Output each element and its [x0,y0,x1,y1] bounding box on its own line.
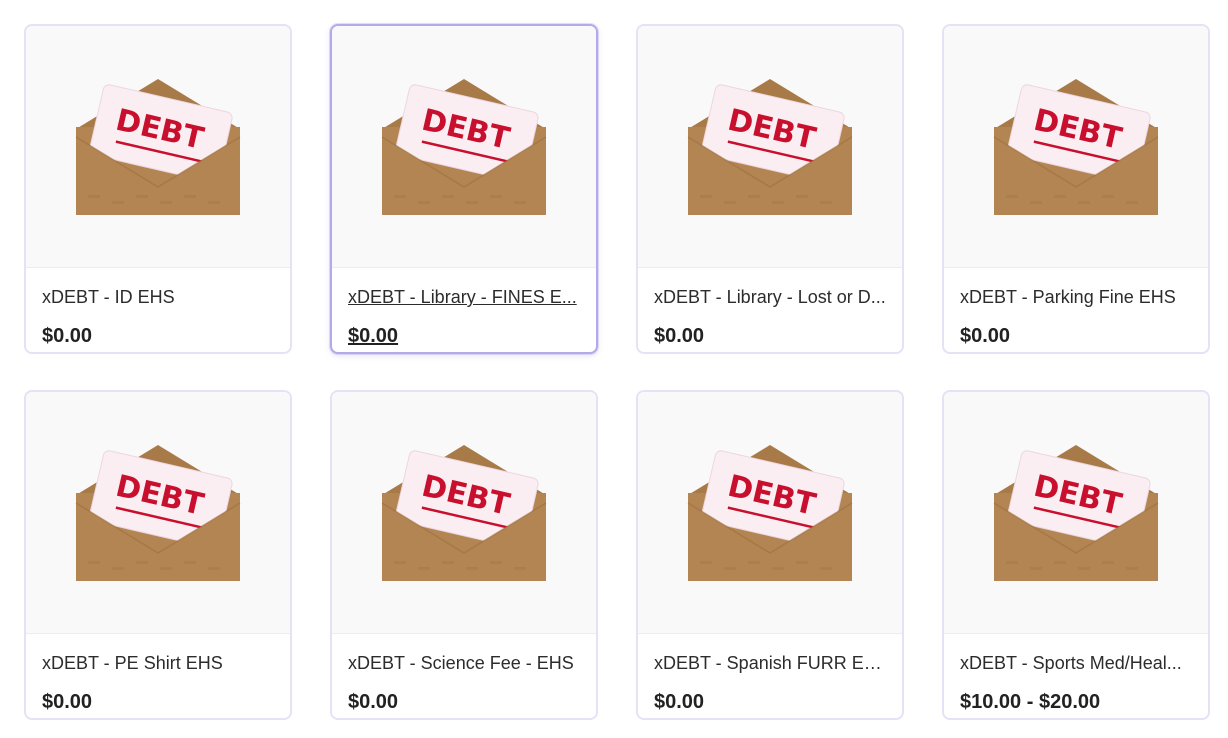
product-card[interactable]: DEBT xDEBT - ID EHS $0.00 [24,24,292,354]
product-image[interactable]: DEBT [26,392,290,634]
product-name[interactable]: xDEBT - Sports Med/Heal... [960,652,1192,674]
product-card[interactable]: DEBT xDEBT - Sports Med/Heal... $10.00 -… [942,390,1210,720]
product-name[interactable]: xDEBT - Library - FINES E... [348,286,580,308]
product-grid: DEBT xDEBT - ID EHS $0.00 DEBT xDEBT - L… [24,24,1210,720]
debt-envelope-icon: DEBT [381,444,547,581]
product-image[interactable]: DEBT [944,392,1208,634]
product-name[interactable]: xDEBT - Library - Lost or D... [654,286,886,308]
debt-envelope-icon: DEBT [687,444,853,581]
product-price: $0.00 [654,325,705,347]
product-image[interactable]: DEBT [638,392,902,634]
product-price: $0.00 [654,691,705,713]
product-price: $0.00 [960,325,1011,347]
product-card[interactable]: DEBT xDEBT - PE Shirt EHS $0.00 [24,390,292,720]
debt-envelope-icon: DEBT [993,444,1159,581]
product-name[interactable]: xDEBT - PE Shirt EHS [42,652,274,674]
product-price: $10.00 - $20.00 [960,691,1101,713]
product-name[interactable]: xDEBT - Parking Fine EHS [960,286,1192,308]
debt-envelope-icon: DEBT [75,444,241,581]
debt-envelope-icon: DEBT [381,78,547,215]
product-image[interactable]: DEBT [332,26,596,268]
product-price: $0.00 [348,691,399,713]
product-image[interactable]: DEBT [332,392,596,634]
product-price: $0.00 [42,325,93,347]
product-card[interactable]: DEBT xDEBT - Science Fee - EHS $0.00 [330,390,598,720]
product-image[interactable]: DEBT [944,26,1208,268]
product-card[interactable]: DEBT xDEBT - Library - FINES E... $0.00 [330,24,598,354]
product-price: $0.00 [42,691,93,713]
product-image[interactable]: DEBT [26,26,290,268]
product-card[interactable]: DEBT xDEBT - Library - Lost or D... $0.0… [636,24,904,354]
product-name[interactable]: xDEBT - Science Fee - EHS [348,652,580,674]
product-image[interactable]: DEBT [638,26,902,268]
debt-envelope-icon: DEBT [687,78,853,215]
product-card[interactable]: DEBT xDEBT - Spanish FURR EHS $0.00 [636,390,904,720]
product-name[interactable]: xDEBT - ID EHS [42,286,274,308]
product-name[interactable]: xDEBT - Spanish FURR EHS [654,652,886,674]
debt-envelope-icon: DEBT [993,78,1159,215]
debt-envelope-icon: DEBT [75,78,241,215]
product-card[interactable]: DEBT xDEBT - Parking Fine EHS $0.00 [942,24,1210,354]
product-price: $0.00 [348,325,399,347]
